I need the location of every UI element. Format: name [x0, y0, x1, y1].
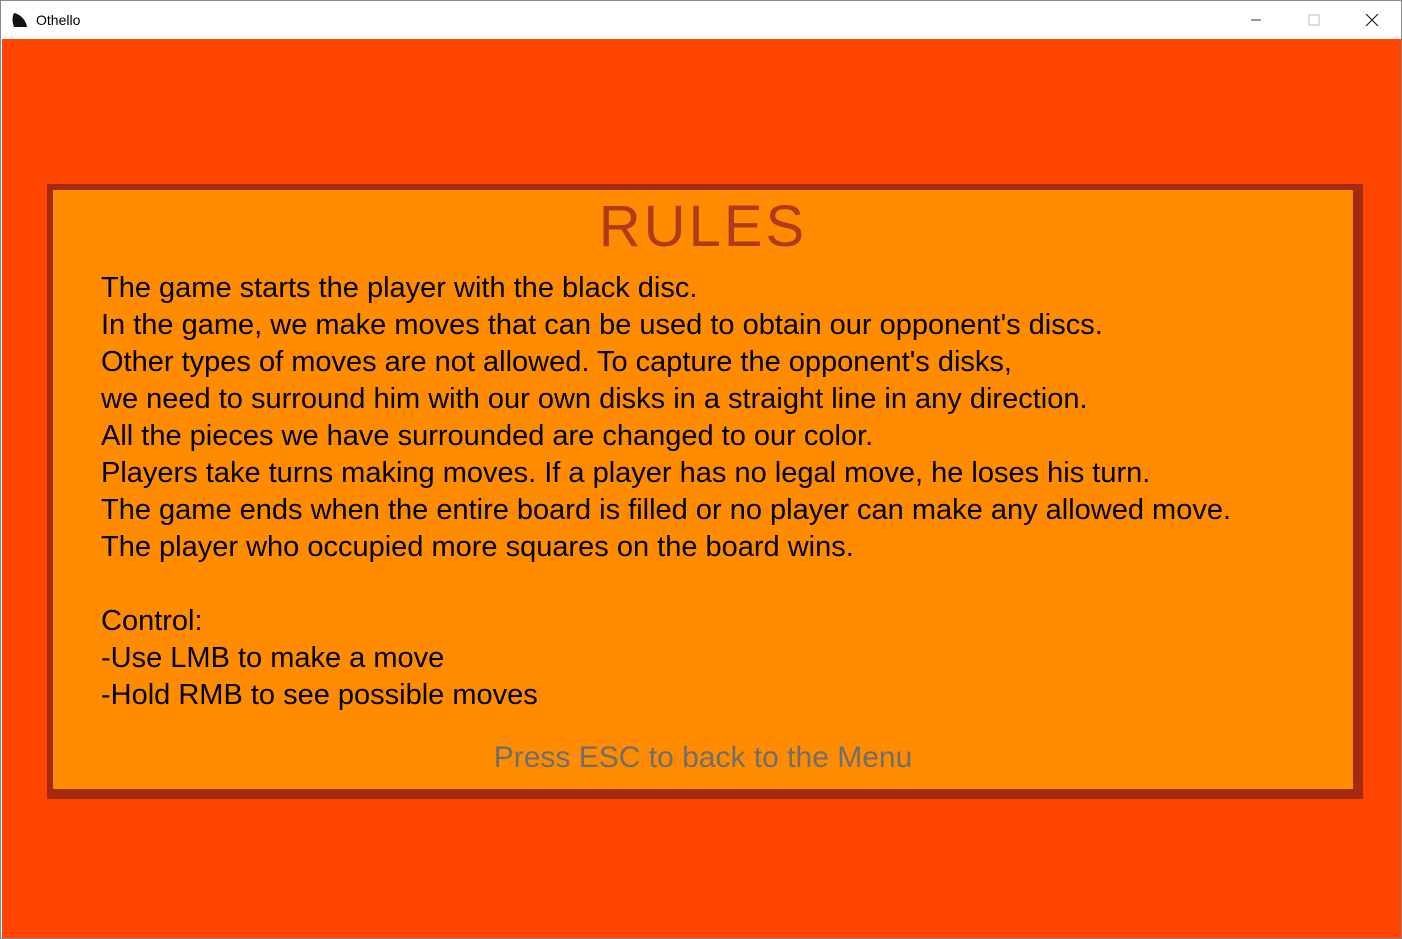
title-bar[interactable]: Othello [1, 1, 1401, 38]
close-button[interactable] [1343, 1, 1401, 38]
rule-line: Players take turns making moves. If a pl… [101, 457, 1151, 489]
close-icon [1365, 13, 1379, 26]
control-line: -Use LMB to make a move [101, 642, 445, 674]
rule-line: Other types of moves are not allowed. To… [101, 346, 1012, 378]
minimize-icon [1251, 19, 1261, 20]
rule-line: we need to surround him with our own dis… [101, 383, 1088, 415]
rule-line: In the game, we make moves that can be u… [101, 309, 1103, 341]
control-heading: Control: [101, 605, 203, 637]
rule-line: The player who occupied more squares on … [101, 531, 854, 563]
window-title: Othello [36, 12, 81, 28]
back-to-menu-hint: Press ESC to back to the Menu [493, 741, 913, 774]
app-window: Othello RULES The game starts the player… [0, 0, 1402, 939]
minimize-button[interactable] [1227, 1, 1285, 38]
rules-heading: RULES [598, 194, 808, 259]
maximize-icon [1308, 14, 1320, 25]
maximize-button[interactable] [1285, 1, 1343, 38]
rule-line: The game ends when the entire board is f… [101, 494, 1232, 526]
othello-app-icon [11, 11, 29, 29]
rules-panel: RULES The game starts the player with th… [47, 184, 1363, 799]
control-line: -Hold RMB to see possible moves [101, 679, 538, 711]
rule-line: The game starts the player with the blac… [101, 272, 698, 304]
rules-text: The game starts the player with the blac… [101, 270, 1351, 714]
game-canvas[interactable]: RULES The game starts the player with th… [2, 39, 1401, 938]
rule-line: All the pieces we have surrounded are ch… [101, 420, 874, 452]
